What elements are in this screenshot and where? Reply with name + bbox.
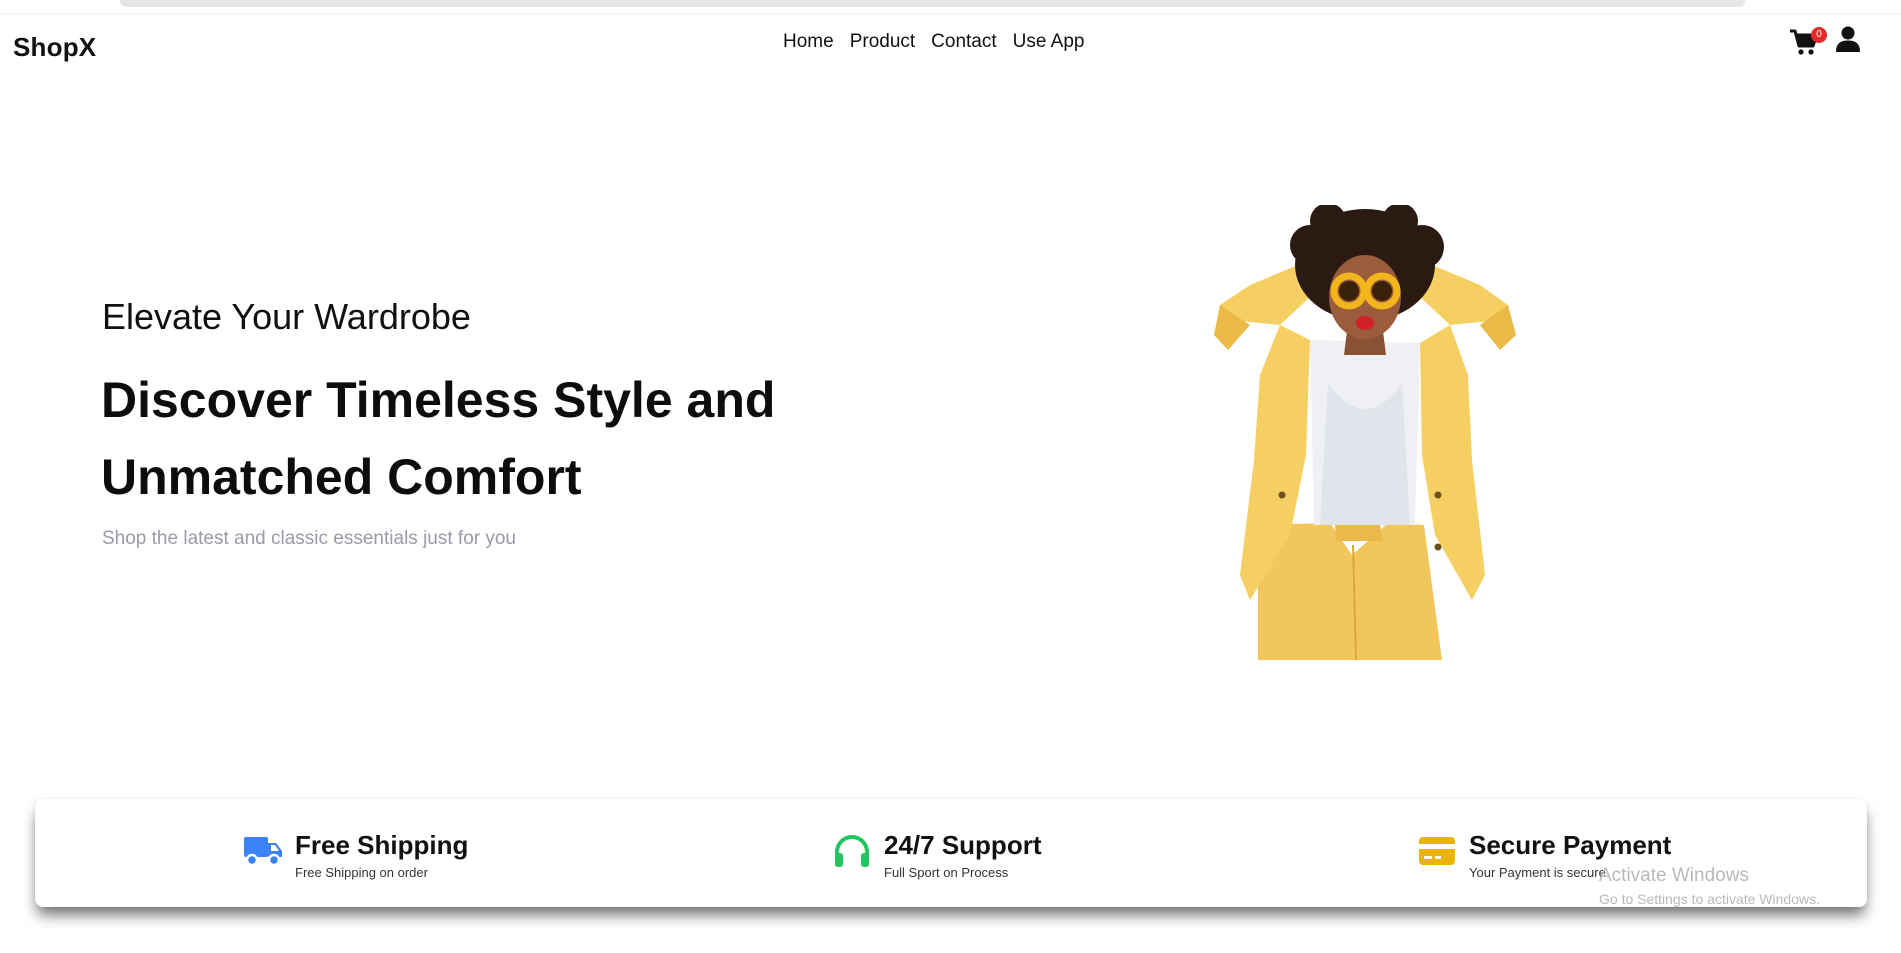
hero-model-image: [1214, 205, 1516, 660]
hero-title-line-1: Discover Timeless Style and: [101, 372, 776, 428]
nav-product[interactable]: Product: [850, 30, 915, 54]
hero-title-line-2: Unmatched Comfort: [101, 449, 582, 505]
user-icon[interactable]: [1835, 25, 1861, 53]
nav-contact[interactable]: Contact: [931, 30, 996, 54]
truck-icon: [244, 837, 282, 867]
feature-title: Secure Payment: [1469, 830, 1672, 860]
features-bar: Free Shipping Free Shipping on order 24/…: [35, 799, 1867, 907]
hero-subtitle: Shop the latest and classic essentials j…: [102, 528, 517, 549]
credit-card-icon: [1419, 837, 1455, 865]
feature-title: 24/7 Support: [884, 830, 1042, 860]
feature-text: Free Shipping Free Shipping on order: [295, 831, 468, 880]
browser-scrollbar[interactable]: [120, 0, 1745, 7]
watermark-title: Activate Windows: [1599, 865, 1749, 886]
watermark-subtitle: Go to Settings to activate Windows.: [1599, 891, 1820, 907]
hero-title: Discover Timeless Style and Unmatched Co…: [101, 362, 821, 516]
hero-eyebrow: Elevate Your Wardrobe: [102, 296, 471, 337]
nav-use-app[interactable]: Use App: [1013, 30, 1085, 54]
divider: [0, 13, 1901, 14]
feature-description: Full Sport on Process: [884, 865, 1009, 880]
feature-free-shipping: Free Shipping Free Shipping on order: [243, 831, 468, 880]
page: ShopX Home Product Contact Use App 0 Ele…: [0, 0, 1901, 953]
brand-logo[interactable]: ShopX: [13, 32, 96, 63]
headphones-icon: [835, 835, 869, 867]
cart-count-badge: 0: [1811, 27, 1827, 43]
main-nav: Home Product Contact Use App: [783, 30, 1084, 54]
nav-home[interactable]: Home: [783, 30, 834, 54]
windows-activation-watermark: Activate Windows Go to Settings to activ…: [1599, 865, 1820, 907]
feature-support: 24/7 Support Full Sport on Process: [832, 831, 1041, 880]
feature-title: Free Shipping: [295, 830, 469, 860]
feature-text: 24/7 Support Full Sport on Process: [884, 831, 1041, 880]
feature-description: Free Shipping on order: [295, 865, 428, 880]
